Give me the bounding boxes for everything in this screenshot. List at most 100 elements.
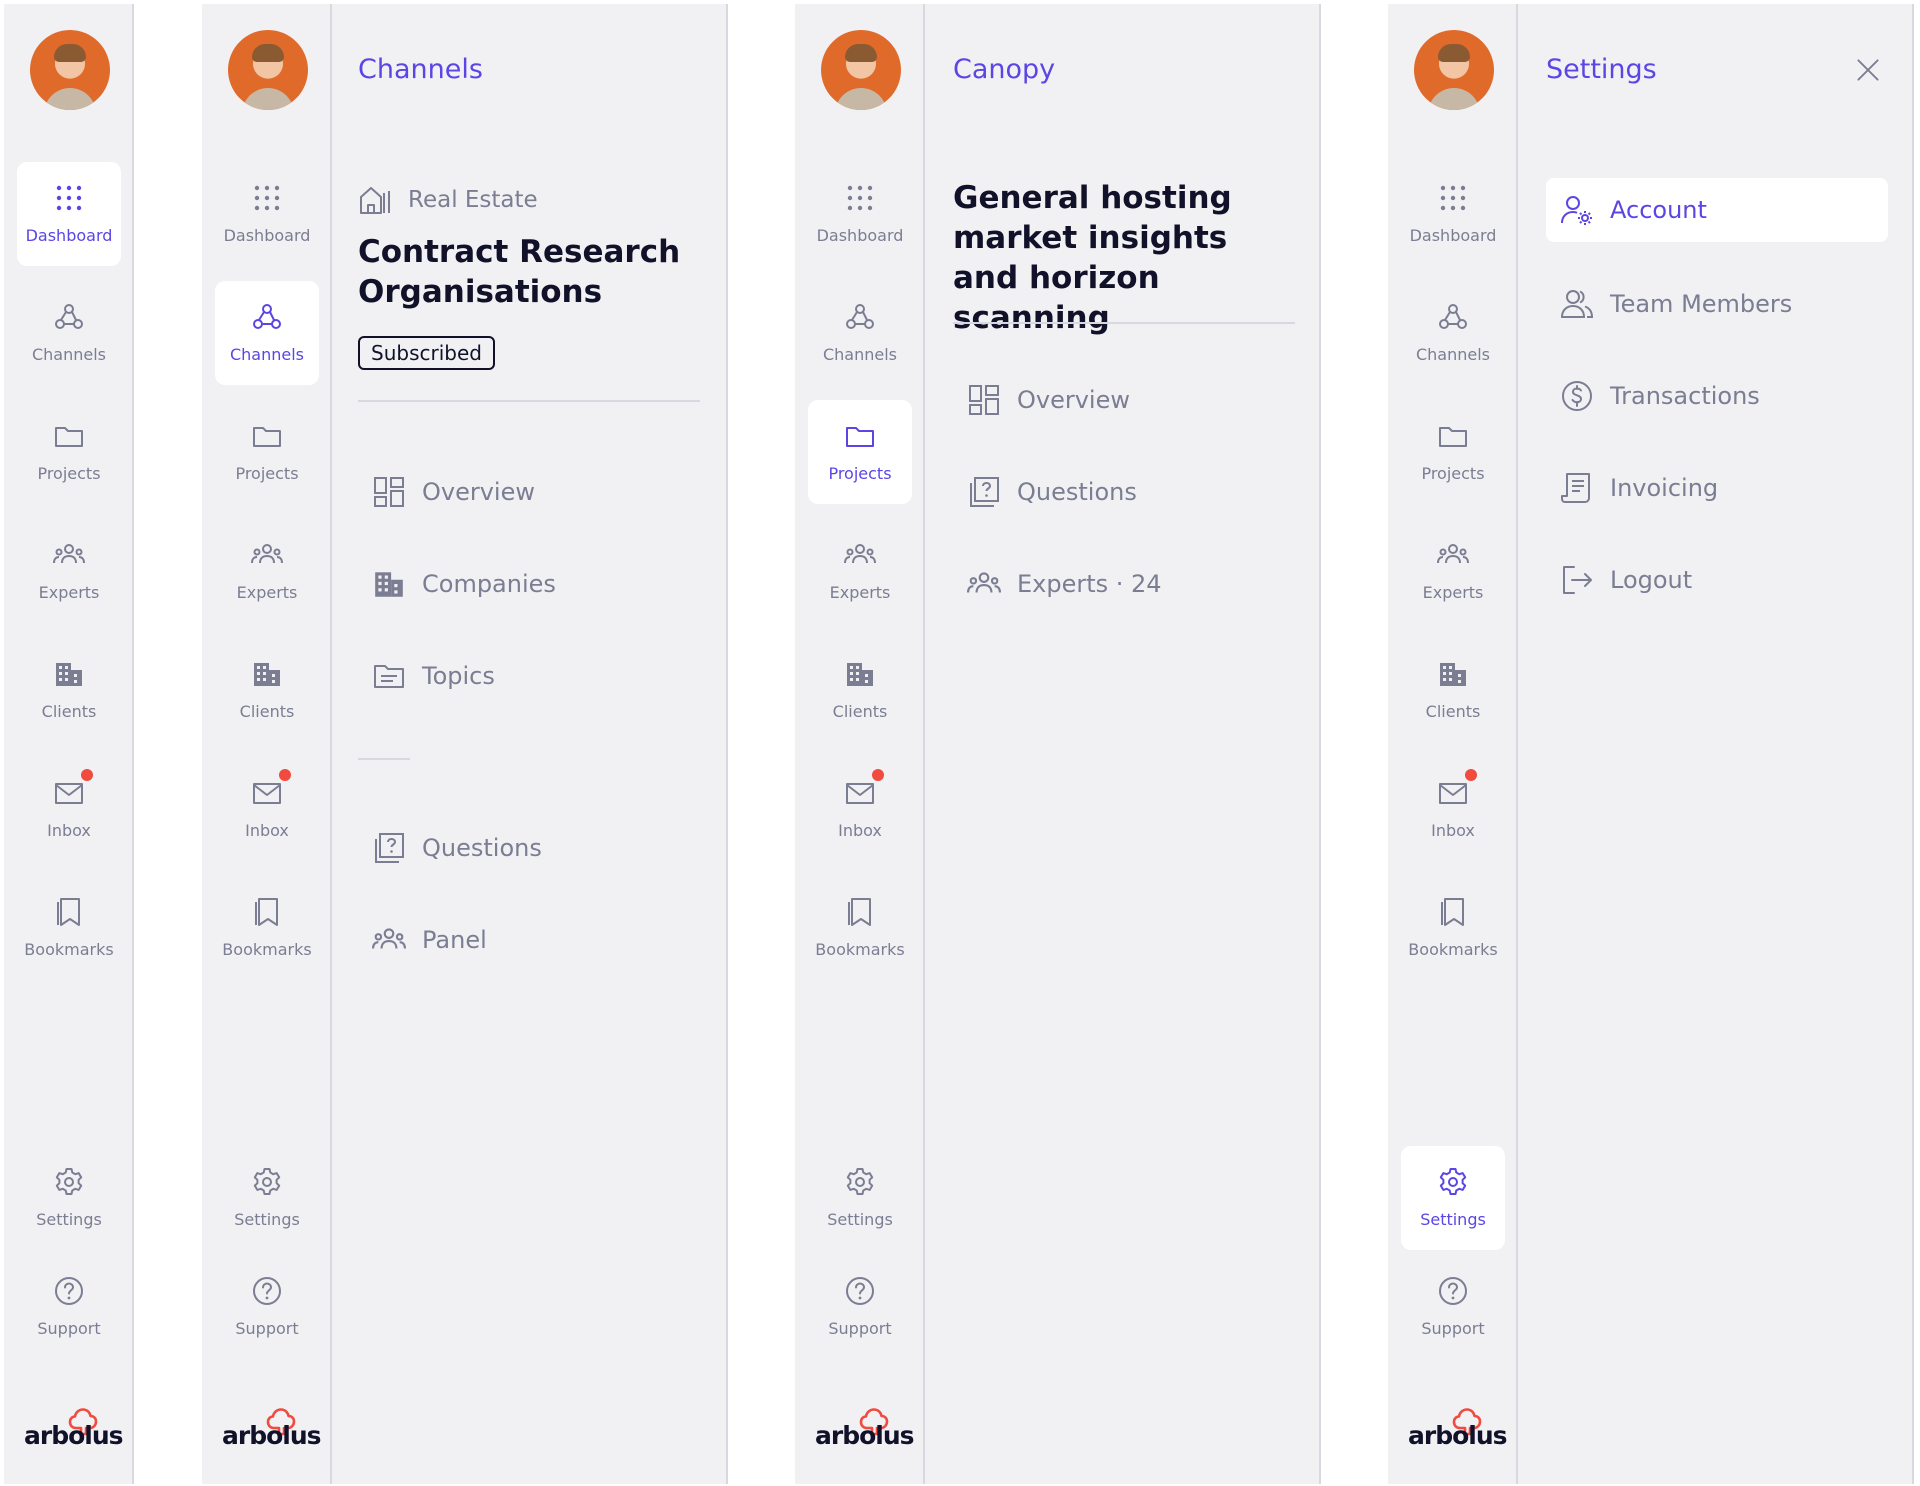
nav-dashboard-label: Dashboard <box>1409 226 1497 245</box>
nav-clients[interactable]: Clients <box>215 638 319 742</box>
nav-settings[interactable]: Settings <box>808 1146 912 1250</box>
nav-clients[interactable]: Clients <box>808 638 912 742</box>
arbolus-logo[interactable]: arbolus <box>1408 1406 1508 1456</box>
avatar[interactable] <box>30 30 110 110</box>
nav-settings-label: Settings <box>1420 1210 1486 1229</box>
nav-projects-label: Projects <box>37 464 101 483</box>
nav-settings[interactable]: Settings <box>215 1146 319 1250</box>
channels-icon <box>844 301 876 333</box>
menu-questions[interactable]: Questions <box>967 472 1137 512</box>
team-icon <box>1560 287 1594 321</box>
menu-account[interactable]: Account <box>1560 190 1707 230</box>
nav-dashboard[interactable]: Dashboard <box>1401 162 1505 266</box>
nav-bookmarks[interactable]: Bookmarks <box>1401 876 1505 980</box>
logo-text: arbolus <box>24 1421 124 1450</box>
logo-text: arbolus <box>1408 1421 1508 1450</box>
notification-dot <box>1465 769 1477 781</box>
menu-invoicing-label: Invoicing <box>1610 474 1719 502</box>
help-icon <box>53 1275 85 1307</box>
nav-bookmarks-label: Bookmarks <box>815 940 905 959</box>
nav-inbox[interactable]: Inbox <box>17 757 121 861</box>
nav-channels[interactable]: Channels <box>1401 281 1505 385</box>
subscribed-badge[interactable]: Subscribed <box>358 336 495 370</box>
nav-bookmarks[interactable]: Bookmarks <box>808 876 912 980</box>
dollar-icon <box>1560 379 1594 413</box>
sidebar: Dashboard Channels Projects Experts Clie… <box>4 4 134 1484</box>
avatar[interactable] <box>821 30 901 110</box>
nav-experts[interactable]: Experts <box>1401 519 1505 623</box>
category-text: Real Estate <box>408 187 538 213</box>
nav-inbox[interactable]: Inbox <box>1401 757 1505 861</box>
building-icon <box>1437 658 1469 690</box>
mail-icon <box>251 777 283 809</box>
nav-experts[interactable]: Experts <box>17 519 121 623</box>
nav-projects[interactable]: Projects <box>1401 400 1505 504</box>
menu-overview[interactable]: Overview <box>372 472 535 512</box>
nav-settings-label: Settings <box>827 1210 893 1229</box>
arbolus-logo[interactable]: arbolus <box>222 1406 322 1456</box>
mail-icon <box>53 777 85 809</box>
nav-support[interactable]: Support <box>1401 1255 1505 1359</box>
nav-dashboard[interactable]: Dashboard <box>808 162 912 266</box>
nav-dashboard[interactable]: Dashboard <box>215 162 319 266</box>
sidebar: Dashboard Channels Projects Experts Clie… <box>202 4 332 1484</box>
nav-settings[interactable]: Settings <box>1401 1146 1505 1250</box>
question-icon <box>967 475 1001 509</box>
nav-dashboard[interactable]: Dashboard <box>17 162 121 266</box>
nav-clients-label: Clients <box>1425 702 1481 721</box>
menu-questions[interactable]: Questions <box>372 828 542 868</box>
nav-projects-label: Projects <box>828 464 892 483</box>
arbolus-logo[interactable]: arbolus <box>815 1406 915 1456</box>
nav-bookmarks[interactable]: Bookmarks <box>17 876 121 980</box>
menu-companies[interactable]: Companies <box>372 564 556 604</box>
nav-projects[interactable]: Projects <box>808 400 912 504</box>
nav-clients[interactable]: Clients <box>1401 638 1505 742</box>
nav-support[interactable]: Support <box>17 1255 121 1359</box>
nav-channels[interactable]: Channels <box>17 281 121 385</box>
menu-panel[interactable]: Panel <box>372 920 487 960</box>
avatar[interactable] <box>228 30 308 110</box>
people-icon <box>967 567 1001 601</box>
menu-overview[interactable]: Overview <box>967 380 1130 420</box>
nav-projects[interactable]: Projects <box>17 400 121 504</box>
notification-dot <box>279 769 291 781</box>
menu-topics-label: Topics <box>422 662 495 690</box>
nav-bookmarks-label: Bookmarks <box>1408 940 1498 959</box>
folder-icon <box>844 420 876 452</box>
gear-icon <box>1437 1166 1469 1198</box>
avatar[interactable] <box>1414 30 1494 110</box>
mail-icon <box>1437 777 1469 809</box>
dashboard-grid-icon <box>53 182 85 214</box>
nav-clients-label: Clients <box>832 702 888 721</box>
people-icon <box>372 923 406 957</box>
menu-overview-label: Overview <box>422 478 535 506</box>
nav-inbox[interactable]: Inbox <box>808 757 912 861</box>
nav-channels[interactable]: Channels <box>215 281 319 385</box>
nav-support[interactable]: Support <box>808 1255 912 1359</box>
question-icon <box>372 831 406 865</box>
nav-clients[interactable]: Clients <box>17 638 121 742</box>
menu-invoicing[interactable]: Invoicing <box>1560 468 1718 508</box>
nav-experts[interactable]: Experts <box>215 519 319 623</box>
nav-experts[interactable]: Experts <box>808 519 912 623</box>
menu-experts[interactable]: Experts · 24 <box>967 564 1162 604</box>
menu-logout[interactable]: Logout <box>1560 560 1692 600</box>
close-icon[interactable] <box>1854 56 1882 84</box>
nav-projects[interactable]: Projects <box>215 400 319 504</box>
menu-topics[interactable]: Topics <box>372 656 495 696</box>
overview-icon <box>967 383 1001 417</box>
nav-settings[interactable]: Settings <box>17 1146 121 1250</box>
people-icon <box>844 539 876 571</box>
menu-transactions[interactable]: Transactions <box>1560 376 1760 416</box>
menu-team-members[interactable]: Team Members <box>1560 284 1792 324</box>
nav-bookmarks[interactable]: Bookmarks <box>215 876 319 980</box>
category-label[interactable]: Real Estate <box>358 180 538 220</box>
nav-channels[interactable]: Channels <box>808 281 912 385</box>
arbolus-logo[interactable]: arbolus <box>24 1406 124 1456</box>
logo-text: arbolus <box>815 1421 915 1450</box>
gear-icon <box>251 1166 283 1198</box>
nav-support[interactable]: Support <box>215 1255 319 1359</box>
people-icon <box>251 539 283 571</box>
help-icon <box>1437 1275 1469 1307</box>
nav-inbox[interactable]: Inbox <box>215 757 319 861</box>
